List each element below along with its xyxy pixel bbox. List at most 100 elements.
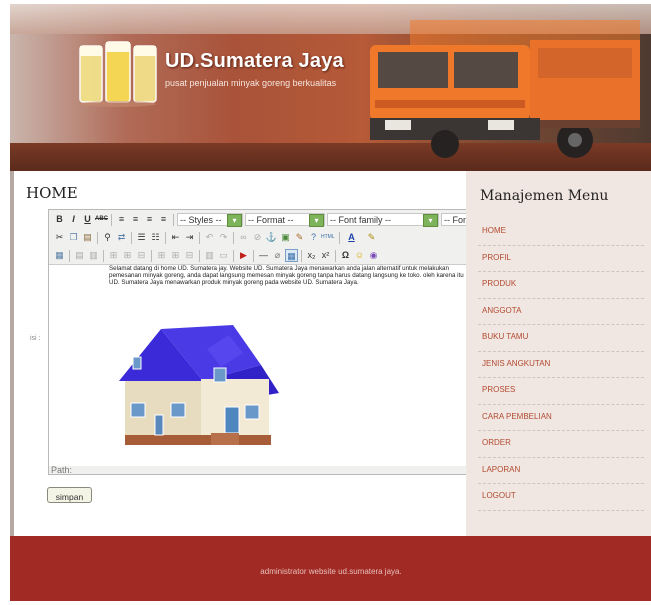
italic-button[interactable]: I [67,213,80,226]
toolbar-separator [111,214,112,226]
editor-toolbar-row-3: ▦ ▤ ▥ ⊞ ⊞ ⊟ ⊞ ⊞ ⊟ ▥ ▭ ▶ — ⌀ ▦ x₂ x² Ω ☺ … [49,247,537,265]
media-icon[interactable]: ◉ [367,249,380,262]
align-center-icon[interactable]: ≡ [129,213,142,226]
sidebar-menu: HOME PROFIL PRODUK ANGGOTA BUKU TAMU JEN… [478,219,644,511]
header-banner: UD.Sumatera Jaya pusat penjualan minyak … [10,4,651,171]
sidebar-item-logout[interactable]: LOGOUT [478,484,644,511]
sidebar-item-cara-pembelian[interactable]: CARA PEMBELIAN [478,405,644,431]
special-char-icon[interactable]: Ω [339,249,352,262]
format-select[interactable]: -- Format -- ▾ [245,213,325,227]
toolbar-separator [199,232,200,244]
page-title: HOME [26,184,78,202]
format-select-value: -- Format -- [248,215,294,225]
footer-text: administrator website ud.sumatera jaya. [260,567,402,576]
superscript-icon[interactable]: x² [319,249,332,262]
redo-icon[interactable]: ↷ [217,231,230,244]
table-row-icon[interactable]: ▤ [73,249,86,262]
cut-icon[interactable]: ✂ [53,231,66,244]
sidebar-item-produk[interactable]: PRODUK [478,272,644,299]
sidebar-item-proses[interactable]: PROSES [478,378,644,405]
insert-col-after-icon[interactable]: ⊞ [169,249,182,262]
visual-aid-icon[interactable]: ▦ [285,249,298,262]
toolbar-separator [69,250,70,262]
styles-select-value: -- Styles -- [180,215,222,225]
sidebar-item-order[interactable]: ORDER [478,431,644,458]
bullet-list-icon[interactable]: ☰ [135,231,148,244]
delete-col-icon[interactable]: ⊟ [183,249,196,262]
page-frame: UD.Sumatera Jaya pusat penjualan minyak … [10,4,651,601]
bold-button[interactable]: B [53,213,66,226]
sidebar-item-buku-tamu[interactable]: BUKU TAMU [478,325,644,352]
image-icon[interactable]: ▣ [279,231,292,244]
truck-image [370,20,640,158]
toolbar-separator [199,250,200,262]
outdent-icon[interactable]: ⇤ [169,231,182,244]
highlight-color-icon[interactable]: ✎ [365,231,378,244]
sidebar-item-laporan[interactable]: LAPORAN [478,458,644,484]
save-button[interactable]: simpan [47,487,92,503]
sidebar-title: Manajemen Menu [480,188,609,204]
find-icon[interactable]: ⚲ [101,231,114,244]
chevron-down-icon: ▾ [309,214,324,227]
link-icon[interactable]: ∞ [237,231,250,244]
strikethrough-button[interactable]: ABC [95,213,108,226]
chevron-down-icon: ▾ [423,214,438,227]
editor-path-bar: Path: [49,466,537,475]
rich-text-editor[interactable]: B I U ABC ≡ ≡ ≡ ≡ -- Styles -- ▾ -- Forma… [48,209,538,475]
insert-row-before-icon[interactable]: ⊞ [107,249,120,262]
insert-col-before-icon[interactable]: ⊞ [155,249,168,262]
merge-cells-icon[interactable]: ▭ [217,249,230,262]
emoticon-icon[interactable]: ☺ [353,249,366,262]
subscript-icon[interactable]: x₂ [305,249,318,262]
insert-row-after-icon[interactable]: ⊞ [121,249,134,262]
copy-icon[interactable]: ❐ [67,231,80,244]
site-tagline: pusat penjualan minyak goreng berkualita… [165,78,337,88]
house-image [119,325,279,445]
toolbar-separator [233,232,234,244]
toolbar-separator [103,250,104,262]
editor-body-text[interactable]: Selamat datang di home UD. Sumatera jay.… [109,265,469,286]
font-family-select[interactable]: -- Font family -- ▾ [327,213,439,227]
toolbar-separator [339,232,340,244]
toolbar-separator [151,250,152,262]
replace-icon[interactable]: ⇄ [115,231,128,244]
toolbar-separator [165,232,166,244]
align-right-icon[interactable]: ≡ [143,213,156,226]
remove-format-icon[interactable]: ⌀ [271,249,284,262]
footer: administrator website ud.sumatera jaya. [10,536,651,601]
editor-content-area[interactable]: Selamat datang di home UD. Sumatera jay.… [49,264,471,466]
align-justify-icon[interactable]: ≡ [157,213,170,226]
anchor-icon[interactable]: ⚓ [265,231,278,244]
split-cells-icon[interactable]: ▥ [203,249,216,262]
paste-icon[interactable]: ▤ [81,231,94,244]
oil-glasses-logo [79,41,157,107]
undo-icon[interactable]: ↶ [203,231,216,244]
isi-field-label: isi : [30,335,41,342]
table-cell-icon[interactable]: ▥ [87,249,100,262]
text-color-icon[interactable]: A [345,231,358,244]
table-edit-icon[interactable]: ▦ [53,249,66,262]
cleanup-icon[interactable]: ✎ [293,231,306,244]
sidebar-item-home[interactable]: HOME [478,219,644,246]
sidebar-item-profil[interactable]: PROFIL [478,246,644,272]
indent-icon[interactable]: ⇥ [183,231,196,244]
align-left-icon[interactable]: ≡ [115,213,128,226]
toolbar-separator [233,250,234,262]
toolbar-separator [173,214,174,226]
youtube-icon[interactable]: ▶ [237,249,250,262]
styles-select[interactable]: -- Styles -- ▾ [177,213,243,227]
font-family-select-value: -- Font family -- [330,215,392,225]
horizontal-rule-icon[interactable]: — [257,249,270,262]
chevron-down-icon: ▾ [227,214,242,227]
help-icon[interactable]: ? [307,231,320,244]
numbered-list-icon[interactable]: ☷ [149,231,162,244]
main-content: HOME isi : B I U ABC ≡ ≡ ≡ ≡ -- Styles -… [14,171,538,536]
html-source-icon[interactable]: HTML [321,231,335,244]
unlink-icon[interactable]: ⊘ [251,231,264,244]
sidebar-item-anggota[interactable]: ANGGOTA [478,299,644,325]
toolbar-separator [301,250,302,262]
sidebar-item-jenis-angkutan[interactable]: JENIS ANGKUTAN [478,352,644,378]
toolbar-separator [97,232,98,244]
delete-row-icon[interactable]: ⊟ [135,249,148,262]
underline-button[interactable]: U [81,213,94,226]
